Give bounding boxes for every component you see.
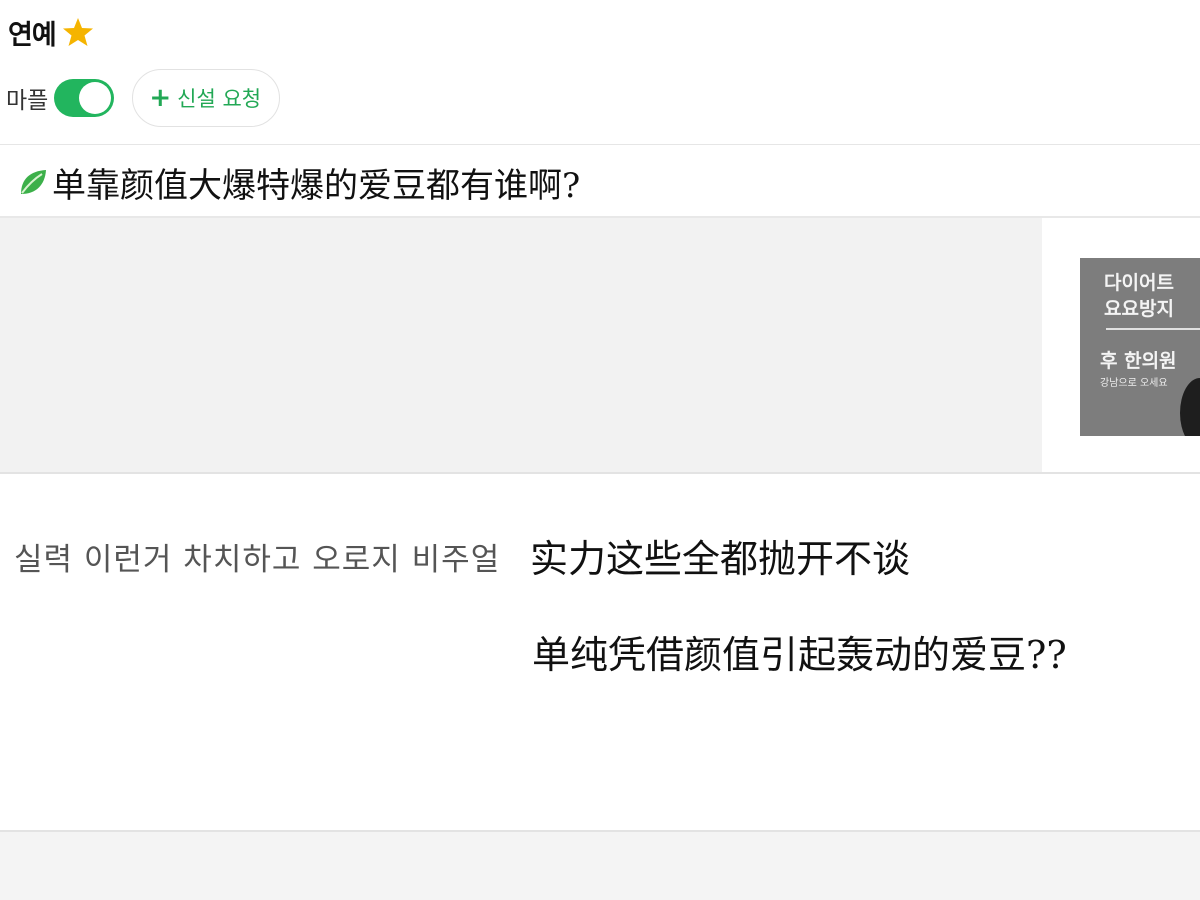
ad-text-line1: 다이어트 (1104, 272, 1174, 294)
ad-placeholder (0, 218, 1042, 472)
leaf-icon (18, 167, 48, 197)
translation-line-2: 单纯凭借颜值引起轰动的爱豆?? (532, 633, 1067, 677)
mapeul-toggle[interactable] (54, 79, 115, 117)
category-title: 연예 (8, 19, 57, 51)
mapeul-label: 마플 (6, 88, 49, 114)
ad-separator (1106, 328, 1200, 330)
ad-text-line2: 요요방지 (1104, 298, 1174, 320)
ad-photo (1180, 378, 1200, 436)
star-icon[interactable] (62, 16, 94, 48)
post-body-korean: 실력 이런거 차치하고 오로지 비주얼 (14, 542, 501, 578)
divider (0, 144, 1200, 145)
ad-text-line3: 후 한의원 (1100, 350, 1177, 372)
request-button-label: 신설 요청 (177, 87, 262, 111)
toggle-knob (79, 82, 112, 114)
new-board-request-button[interactable]: + 신설 요청 (132, 69, 281, 127)
translation-line-1: 实力这些全都抛开不谈 (530, 537, 911, 581)
post-title[interactable]: 单靠颜值大爆特爆的爱豆都有谁啊? (52, 158, 580, 207)
ad-banner[interactable]: 다이어트 요요방지 후 한의원 강남으로 오세요 (1080, 258, 1200, 436)
post-title-row: 单靠颜值大爆特爆的爱豆都有谁啊? (18, 150, 580, 214)
footer-band (0, 832, 1200, 900)
page: 연예 마플 + 신설 요청 单靠颜值大爆特爆的爱豆都有谁啊? 다이어트 요요방지… (0, 0, 1200, 900)
plus-icon: + (149, 83, 172, 113)
divider (0, 472, 1200, 474)
ad-text-line4: 강남으로 오세요 (1100, 378, 1168, 389)
category-header: 연예 (8, 12, 94, 52)
control-row: 마플 + 신설 요청 (6, 68, 281, 128)
